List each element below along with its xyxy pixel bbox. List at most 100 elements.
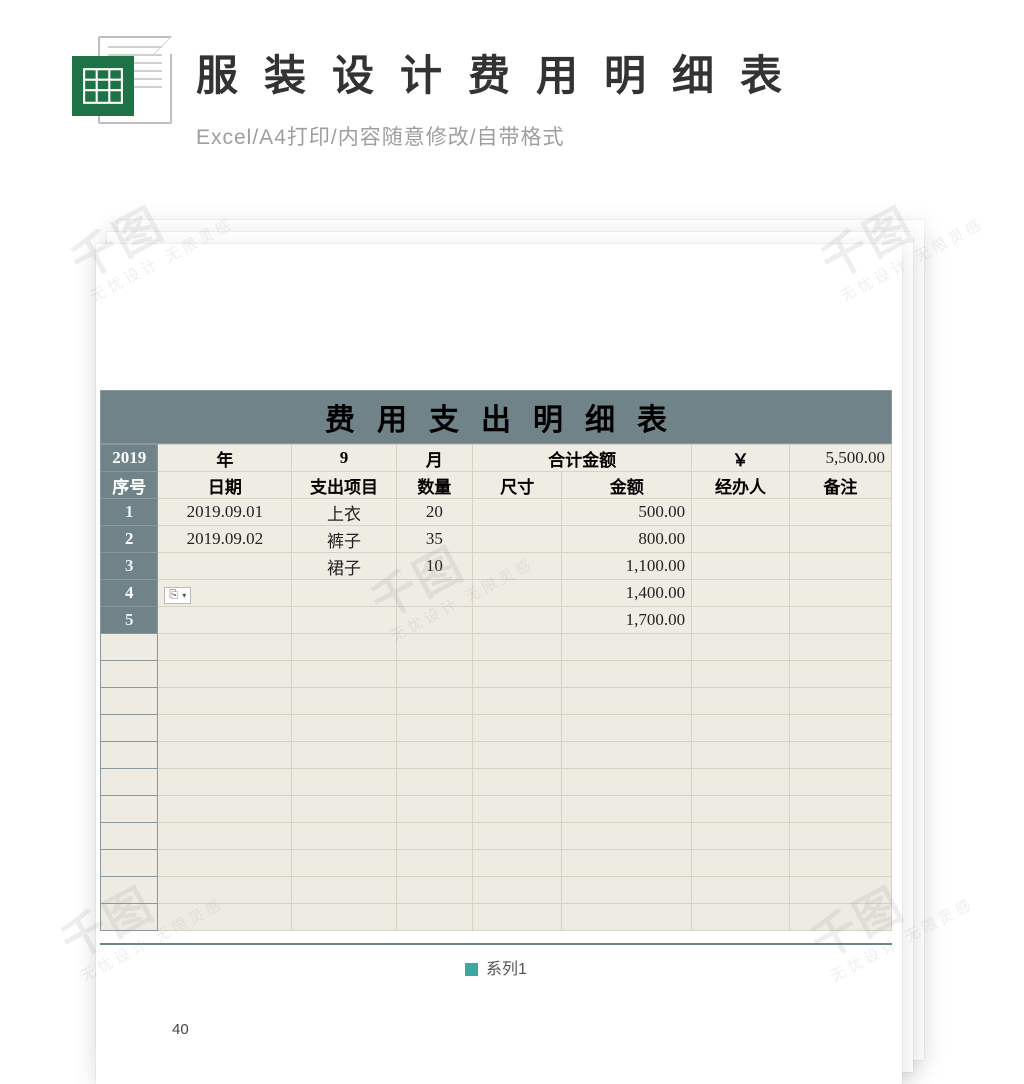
cell-amount[interactable]: 1,400.00 [562,580,692,607]
cell-item[interactable]: 裤子 [292,526,396,553]
empty-cell[interactable] [158,904,292,931]
cell-agent[interactable] [692,526,790,553]
empty-cell[interactable] [158,850,292,877]
table-row[interactable]: 12019.09.01上衣20500.00 [101,499,892,526]
empty-cell[interactable] [396,742,473,769]
empty-cell[interactable] [562,769,692,796]
table-row[interactable]: 3裙子101,100.00 [101,553,892,580]
empty-cell[interactable] [789,796,891,823]
table-row[interactable]: 4⎘▾1,400.00 [101,580,892,607]
cell-size[interactable] [473,553,562,580]
empty-cell[interactable] [396,661,473,688]
empty-cell[interactable] [158,661,292,688]
empty-cell[interactable] [292,796,396,823]
cell-note[interactable] [789,553,891,580]
empty-cell[interactable] [396,877,473,904]
empty-cell[interactable] [562,661,692,688]
cell-item[interactable] [292,580,396,607]
empty-cell[interactable] [562,850,692,877]
cell-size[interactable] [473,526,562,553]
cell-item[interactable]: 裙子 [292,553,396,580]
empty-cell[interactable] [158,796,292,823]
empty-cell[interactable] [473,823,562,850]
empty-cell[interactable] [473,877,562,904]
empty-cell[interactable] [473,634,562,661]
empty-cell[interactable] [396,796,473,823]
cell-qty[interactable] [396,580,473,607]
empty-cell[interactable] [158,715,292,742]
empty-cell[interactable] [692,742,790,769]
empty-cell[interactable] [473,742,562,769]
cell-note[interactable] [789,526,891,553]
table-row[interactable]: 51,700.00 [101,607,892,634]
empty-cell[interactable] [789,634,891,661]
cell-amount[interactable]: 500.00 [562,499,692,526]
empty-cell[interactable] [692,634,790,661]
empty-cell[interactable] [473,850,562,877]
empty-cell[interactable] [158,769,292,796]
empty-cell[interactable] [562,823,692,850]
empty-cell[interactable] [292,688,396,715]
empty-cell[interactable] [692,904,790,931]
table-row-empty[interactable] [101,796,892,823]
cell-qty[interactable]: 20 [396,499,473,526]
empty-cell[interactable] [789,769,891,796]
table-row-empty[interactable] [101,769,892,796]
empty-cell[interactable] [396,715,473,742]
empty-cell[interactable] [562,688,692,715]
cell-amount[interactable]: 1,100.00 [562,553,692,580]
table-row-empty[interactable] [101,904,892,931]
empty-cell[interactable] [396,823,473,850]
table-row[interactable]: 22019.09.02裤子35800.00 [101,526,892,553]
empty-cell[interactable] [692,769,790,796]
empty-cell[interactable] [396,850,473,877]
empty-cell[interactable] [692,796,790,823]
cell-note[interactable] [789,580,891,607]
empty-cell[interactable] [292,742,396,769]
empty-cell[interactable] [396,769,473,796]
cell-size[interactable] [473,580,562,607]
cell-qty[interactable]: 35 [396,526,473,553]
cell-size[interactable] [473,499,562,526]
cell-agent[interactable] [692,499,790,526]
empty-cell[interactable] [158,742,292,769]
empty-cell[interactable] [789,823,891,850]
empty-cell[interactable] [789,877,891,904]
empty-cell[interactable] [396,634,473,661]
empty-cell[interactable] [473,904,562,931]
cell-qty[interactable]: 10 [396,553,473,580]
empty-cell[interactable] [292,904,396,931]
empty-cell[interactable] [789,715,891,742]
cell-date[interactable]: ⎘▾ [158,580,292,607]
table-row-empty[interactable] [101,661,892,688]
empty-cell[interactable] [292,823,396,850]
empty-cell[interactable] [562,634,692,661]
empty-cell[interactable] [158,688,292,715]
empty-cell[interactable] [692,715,790,742]
cell-amount[interactable]: 1,700.00 [562,607,692,634]
empty-cell[interactable] [396,688,473,715]
empty-cell[interactable] [473,715,562,742]
year-value-cell[interactable]: 2019 [101,445,158,472]
empty-cell[interactable] [692,823,790,850]
empty-cell[interactable] [292,715,396,742]
table-row-empty[interactable] [101,634,892,661]
cell-item[interactable]: 上衣 [292,499,396,526]
cell-date[interactable]: 2019.09.01 [158,499,292,526]
table-row-empty[interactable] [101,877,892,904]
empty-cell[interactable] [692,661,790,688]
cell-item[interactable] [292,607,396,634]
empty-cell[interactable] [562,742,692,769]
empty-cell[interactable] [158,634,292,661]
empty-cell[interactable] [473,796,562,823]
empty-cell[interactable] [692,850,790,877]
cell-date[interactable] [158,553,292,580]
cell-size[interactable] [473,607,562,634]
empty-cell[interactable] [158,823,292,850]
empty-cell[interactable] [473,661,562,688]
empty-cell[interactable] [692,877,790,904]
cell-date[interactable] [158,607,292,634]
table-row-empty[interactable] [101,688,892,715]
cell-agent[interactable] [692,580,790,607]
empty-cell[interactable] [789,850,891,877]
